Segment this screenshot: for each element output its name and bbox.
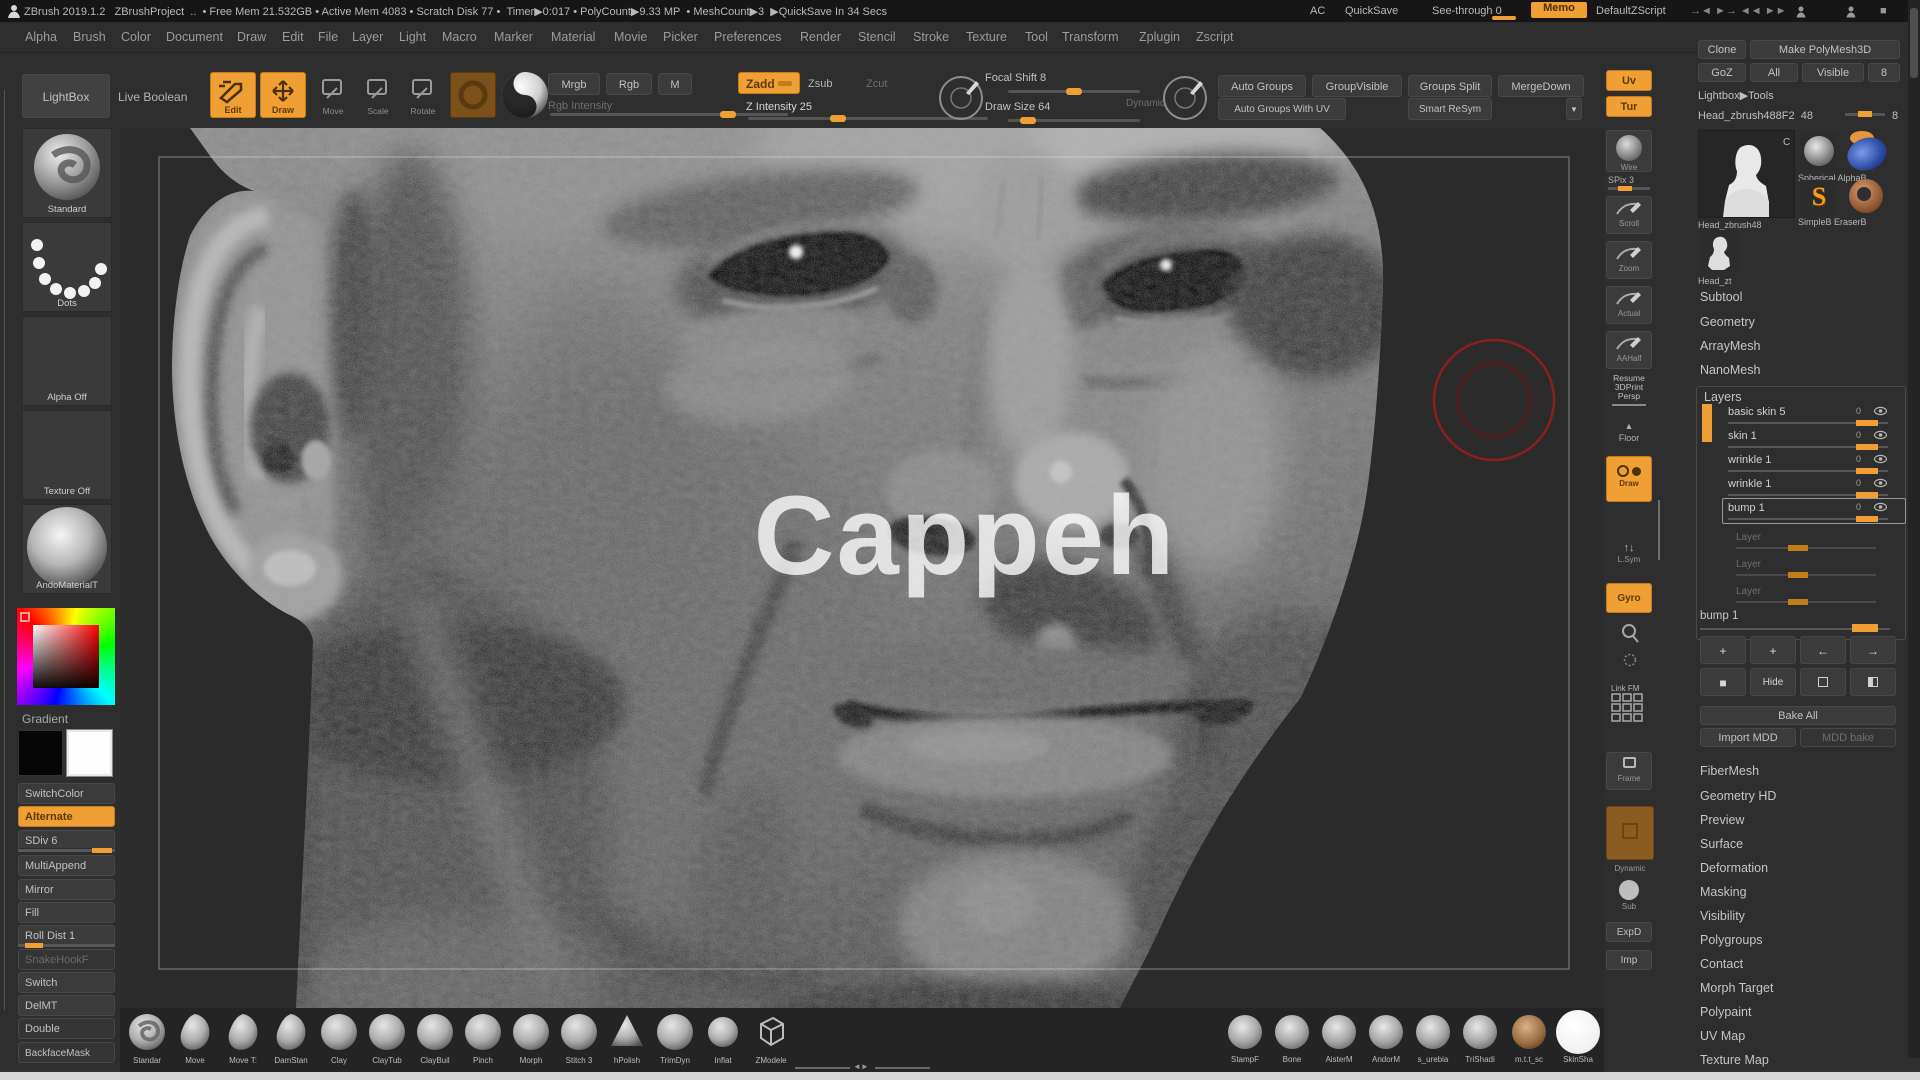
svg-text:C: C <box>1783 137 1790 148</box>
svg-text:Link FM: Link FM <box>1611 684 1640 693</box>
